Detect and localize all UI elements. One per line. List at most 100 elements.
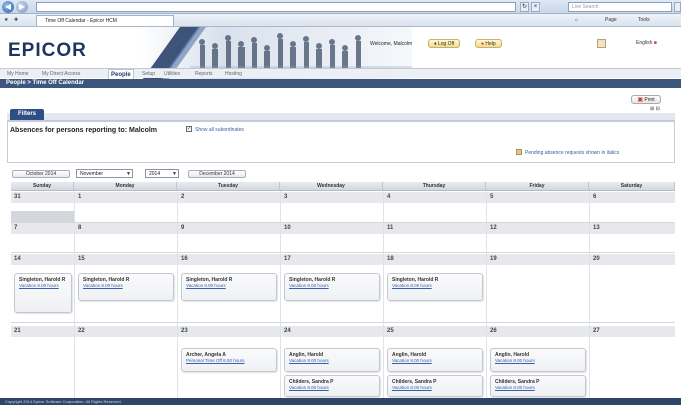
day-header-saturday: Saturday	[589, 182, 675, 191]
absence-entry-link[interactable]: Vacation 8.00 hours	[289, 358, 376, 364]
favorites-star-icon[interactable]: ★	[4, 16, 8, 25]
language-selector[interactable]: English ■	[636, 40, 657, 46]
next-month-button[interactable]: December 2014	[188, 170, 246, 178]
absence-entry-link[interactable]: Vacation 8.00 hours	[495, 358, 582, 364]
browser-tab-label: Time Off Calendar - Epicor HCM	[45, 18, 117, 24]
absence-entry[interactable]: Childers, Sandra P Vacation 8.00 hours	[284, 375, 380, 397]
year-select[interactable]: 2014 ▼	[145, 169, 179, 178]
browser-tab[interactable]: Time Off Calendar - Epicor HCM	[36, 15, 174, 26]
log-off-button[interactable]: ♦ Log Off	[428, 39, 461, 48]
menu-reports[interactable]: Reports	[193, 69, 215, 79]
print-button[interactable]: ▣ Print	[631, 95, 661, 104]
help-button[interactable]: ● Help	[475, 39, 502, 48]
settings-icon[interactable]	[597, 39, 606, 48]
absence-entry[interactable]: Archer, Angela A Personal Time Off 8.00 …	[181, 348, 277, 372]
absence-entry[interactable]: Singleton, Harold R Vacation 8.00 hours	[181, 273, 277, 301]
absence-entry[interactable]: Singleton, Harold R Vacation 8.00 hours	[387, 273, 483, 301]
panel-controls[interactable]: ⊞ ⊟	[650, 106, 660, 112]
day-cell-number[interactable]: 26	[487, 326, 589, 337]
absence-entry[interactable]: Singleton, Harold R Vacation 8.00 hours	[14, 273, 72, 313]
out-of-month-filler	[11, 211, 74, 222]
year-select-value: 2014	[149, 171, 161, 177]
day-cell-number[interactable]: 8	[75, 223, 177, 234]
menu-hosting[interactable]: Hosting	[223, 69, 244, 79]
menu-people[interactable]: People	[108, 69, 134, 79]
toolbar-page[interactable]: Page	[605, 16, 617, 25]
day-cell-number[interactable]: 20	[590, 254, 675, 265]
absence-entry-link[interactable]: Vacation 8.00 hours	[186, 283, 273, 289]
toolbar-tools[interactable]: Tools	[638, 16, 650, 25]
day-cell-number[interactable]: 14	[11, 254, 74, 265]
absence-entry[interactable]: Anglin, Harold Vacation 8.00 hours	[284, 348, 380, 372]
day-cell-number[interactable]: 17	[281, 254, 383, 265]
day-cell-number[interactable]: 25	[384, 326, 486, 337]
log-off-label: Log Off	[437, 41, 455, 47]
day-cell-number[interactable]: 10	[281, 223, 383, 234]
day-cell-number[interactable]: 12	[487, 223, 589, 234]
filters-tab[interactable]: Filters	[10, 109, 44, 120]
day-cell-number[interactable]: 31	[11, 192, 74, 203]
day-cell-number[interactable]: 18	[384, 254, 486, 265]
day-cell-number[interactable]: 1	[75, 192, 177, 203]
absence-entry-link[interactable]: Vacation 8.00 hours	[392, 385, 479, 391]
help-icon: ●	[481, 41, 485, 47]
absence-entry-link[interactable]: Vacation 8.00 hours	[289, 385, 376, 391]
show-all-subordinates-checkbox[interactable]: ✓	[186, 126, 192, 132]
home-icon[interactable]: ⌂	[575, 16, 578, 25]
day-cell-number[interactable]: 5	[487, 192, 589, 203]
absence-entry-link[interactable]: Vacation 8.00 hours	[19, 283, 68, 289]
main-menu: My Home My Direct Access People Setup Ut…	[0, 68, 681, 79]
menu-utilities[interactable]: Utilities	[162, 69, 182, 79]
menu-my-direct-access[interactable]: My Direct Access	[40, 69, 82, 79]
grid-line	[11, 322, 675, 323]
menu-my-home[interactable]: My Home	[5, 69, 30, 79]
day-cell-number[interactable]: 16	[178, 254, 280, 265]
show-all-subordinates-label[interactable]: Show all subordinates	[195, 127, 244, 133]
breadcrumb[interactable]: People > Time Off Calendar	[0, 79, 681, 88]
refresh-icon[interactable]: ↻	[520, 2, 529, 12]
chevron-down-icon: ▼	[172, 171, 177, 177]
absence-entry[interactable]: Childers, Sandra P Vacation 8.00 hours	[490, 375, 586, 397]
day-cell-number[interactable]: 21	[11, 326, 74, 337]
absence-entry-link[interactable]: Vacation 8.00 hours	[392, 283, 479, 289]
day-cell-number[interactable]: 22	[75, 326, 177, 337]
day-cell-number[interactable]: 4	[384, 192, 486, 203]
address-field[interactable]	[36, 2, 516, 12]
grid-line	[11, 252, 675, 253]
day-cell-number[interactable]: 13	[590, 223, 675, 234]
day-cell-number[interactable]: 27	[590, 326, 675, 337]
day-cell-number[interactable]: 23	[178, 326, 280, 337]
stop-icon[interactable]: ×	[531, 2, 540, 12]
absence-entry[interactable]: Anglin, Harold Vacation 8.00 hours	[387, 348, 483, 372]
printer-icon: ▣	[637, 97, 643, 103]
print-label: Print	[644, 97, 655, 103]
absence-entry-link[interactable]: Vacation 8.00 hours	[83, 283, 170, 289]
absence-entry-link[interactable]: Vacation 8.00 hours	[392, 358, 479, 364]
absence-entry-link[interactable]: Vacation 8.00 hours	[289, 283, 376, 289]
day-cell-number[interactable]: 7	[11, 223, 74, 234]
absence-entry[interactable]: Singleton, Harold R Vacation 8.00 hours	[284, 273, 380, 301]
absence-entry[interactable]: Anglin, Harold Vacation 8.00 hours	[490, 348, 586, 372]
day-cell-number[interactable]: 11	[384, 223, 486, 234]
search-icon[interactable]	[674, 2, 681, 12]
absence-entry[interactable]: Childers, Sandra P Vacation 8.00 hours	[387, 375, 483, 397]
day-cell-number[interactable]: 15	[75, 254, 177, 265]
chevron-down-icon: ▼	[126, 171, 131, 177]
day-cell-number[interactable]: 3	[281, 192, 383, 203]
day-cell-number[interactable]: 2	[178, 192, 280, 203]
month-select[interactable]: November ▼	[76, 169, 133, 178]
pending-requests-note: Pending absence requests shown in italic…	[525, 150, 620, 156]
absence-entry-link[interactable]: Personal Time Off 8.00 hours	[186, 358, 273, 364]
add-favorite-icon[interactable]: ✚	[14, 16, 18, 25]
day-cell-number[interactable]: 6	[590, 192, 675, 203]
absence-entry-link[interactable]: Vacation 8.00 hours	[495, 385, 582, 391]
back-arrow-icon[interactable]: ◀	[2, 1, 14, 13]
browser-search-input[interactable]: Live Search	[568, 2, 672, 12]
forward-arrow-icon[interactable]: ▶	[16, 1, 28, 13]
day-cell-number[interactable]: 9	[178, 223, 280, 234]
day-cell-number[interactable]: 24	[281, 326, 383, 337]
absence-entry[interactable]: Singleton, Harold R Vacation 8.00 hours	[78, 273, 174, 301]
prev-month-button[interactable]: October 2014	[12, 170, 70, 178]
day-cell-number[interactable]: 19	[487, 254, 589, 265]
menu-setup[interactable]: Setup	[140, 69, 157, 79]
